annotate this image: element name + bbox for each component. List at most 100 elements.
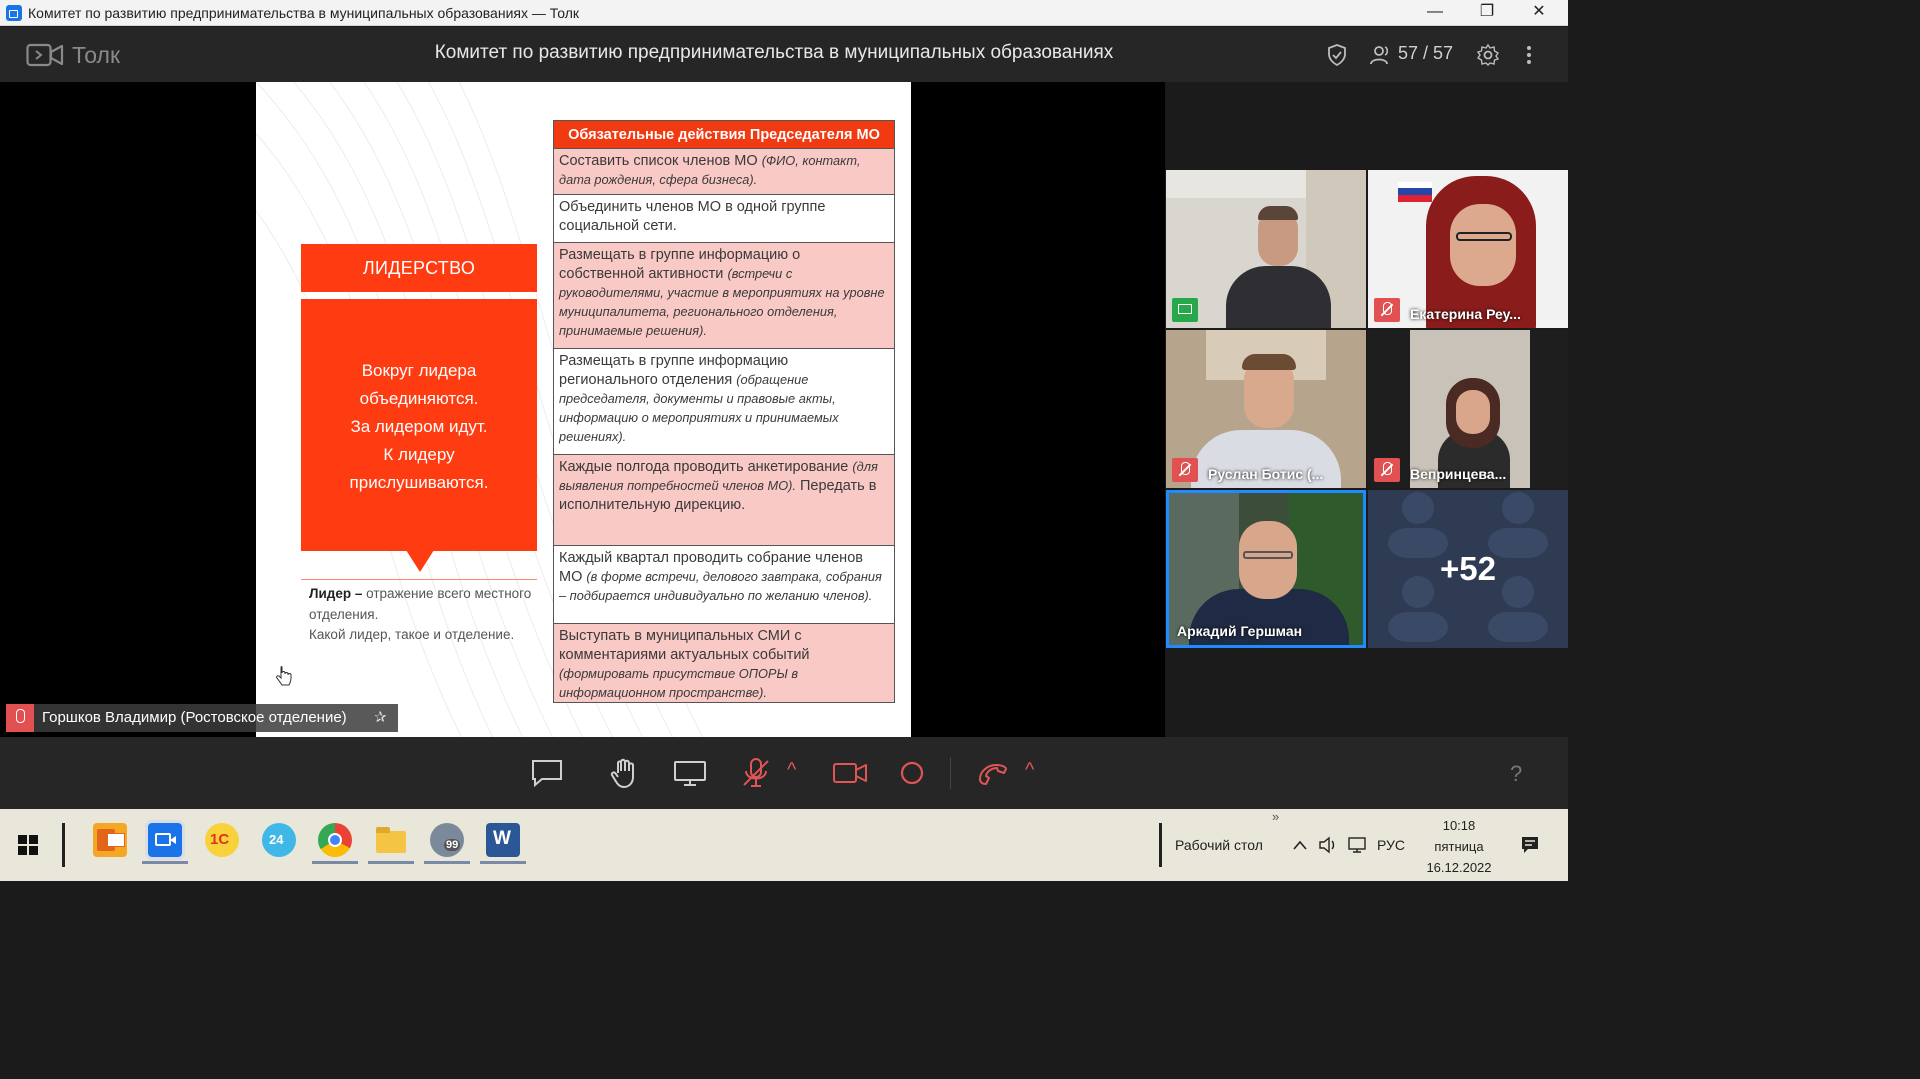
hand-cursor-icon — [276, 666, 292, 686]
clock-time: 10:18 — [1442, 818, 1476, 833]
clock[interactable]: 10:18 пятница 16.12.2022 — [1420, 815, 1498, 878]
separator — [1159, 823, 1162, 867]
volume-icon[interactable] — [1318, 836, 1338, 854]
leader-note: Лидер – отражение всего местного отделен… — [309, 584, 549, 646]
participant-hair — [1242, 354, 1296, 370]
mic-muted-icon — [1374, 458, 1400, 482]
separator — [950, 757, 951, 789]
chevron-up-icon[interactable] — [1292, 839, 1308, 851]
participants-icon[interactable] — [1368, 43, 1392, 67]
leadership-line: К лидеру — [383, 445, 455, 464]
record-icon[interactable] — [896, 757, 930, 789]
active-app-indicator — [142, 861, 188, 864]
restore-button[interactable]: ❐ — [1462, 0, 1512, 26]
call-controls: ^ ^ ? — [0, 737, 1568, 809]
leader-note-bold: Лидер – — [309, 586, 363, 601]
minimize-button[interactable]: — — [1410, 0, 1460, 26]
table-row: Каждый квартал проводить собрание членов… — [554, 546, 894, 624]
outlook-icon[interactable] — [93, 823, 127, 857]
mic-muted-icon — [6, 704, 34, 732]
participant-count[interactable]: 57 / 57 — [1398, 43, 1453, 64]
video-tile[interactable]: Екатерина Реу... — [1368, 170, 1568, 328]
help-icon[interactable]: ? — [1510, 761, 1522, 787]
table-row: Составить список членов МО (ФИО, контакт… — [554, 149, 894, 195]
file-explorer-icon[interactable] — [374, 823, 408, 857]
leadership-line: Вокруг лидера — [361, 361, 477, 380]
divider — [301, 579, 537, 580]
participant-body — [1226, 266, 1331, 328]
network-icon[interactable] — [1346, 836, 1368, 854]
tolk-app-icon[interactable] — [148, 823, 182, 857]
notifications-icon[interactable] — [1520, 835, 1540, 855]
gear-icon[interactable] — [1476, 43, 1500, 67]
window-title-bar: Комитет по развитию предпринимательства … — [0, 0, 1568, 26]
app-indicator — [480, 861, 526, 864]
table-row: Каждые полгода проводить анкетирование (… — [554, 455, 894, 546]
window-title: Комитет по развитию предпринимательства … — [28, 5, 579, 21]
participant-name: Руслан Ботис (... — [1208, 466, 1324, 482]
speaker-name: Горшков Владимир (Ростовское отделение) — [42, 709, 347, 726]
chat-icon[interactable] — [530, 757, 564, 789]
windows-taskbar: 1С 24 99 W » Рабочий стол РУС 10:18 пятн… — [0, 809, 1568, 881]
leadership-body: Вокруг лидера объединяются. За лидером и… — [301, 299, 537, 551]
table-row: Выступать в муниципальных СМИ с коммента… — [559, 628, 810, 700]
taskbar-overflow-icon[interactable]: » — [1272, 809, 1279, 824]
participant-name: Екатерина Реу... — [1410, 306, 1521, 322]
hangup-options-chevron-icon[interactable]: ^ — [1025, 759, 1034, 782]
chair-actions-table: Обязательные действия Председателя МО Со… — [553, 120, 895, 703]
app-name: Толк — [72, 42, 121, 68]
more-participants-tile[interactable]: +52 — [1368, 490, 1568, 648]
mic-options-chevron-icon[interactable]: ^ — [787, 759, 796, 782]
table-row: Размещать в группе информацию о собствен… — [554, 243, 894, 349]
windows-start-icon[interactable] — [18, 835, 38, 855]
more-vertical-icon[interactable] — [1517, 43, 1541, 67]
participant-name: Аркадий Гершман — [1177, 623, 1303, 639]
screen-share-icon — [1172, 298, 1198, 322]
video-tile[interactable] — [1166, 170, 1366, 328]
shield-check-icon[interactable] — [1325, 43, 1349, 67]
camera-icon[interactable] — [832, 757, 868, 789]
active-speaker-label: Горшков Владимир (Ростовское отделение) … — [6, 704, 398, 732]
participant-hair — [1258, 206, 1298, 220]
table-row: Размещать в группе информацию региональн… — [554, 349, 894, 455]
1c-icon[interactable]: 1С — [205, 823, 239, 857]
word-icon[interactable]: W — [486, 823, 520, 857]
separator — [62, 823, 65, 867]
chrome-icon[interactable] — [318, 823, 352, 857]
participant-name: Вепринцева... — [1410, 466, 1507, 482]
flag-logo-blue — [1398, 188, 1432, 195]
leader-note-line2: Какой лидер, такое и отделение. — [309, 627, 515, 642]
hang-up-icon[interactable] — [976, 757, 1010, 789]
video-grid: Екатерина Реу... Руслан Ботис (... Вепри… — [1166, 170, 1568, 648]
glasses — [1243, 551, 1293, 559]
table-header: Обязательные действия Председателя МО — [554, 121, 894, 149]
app-indicator — [424, 861, 470, 864]
language-indicator[interactable]: РУС — [1377, 837, 1405, 853]
more-participants-count: +52 — [1440, 550, 1496, 587]
raise-hand-icon[interactable] — [608, 757, 642, 789]
mic-muted-icon[interactable] — [739, 757, 773, 789]
app-indicator — [312, 861, 358, 864]
clock-weekday: пятница — [1434, 839, 1484, 854]
bitrix24-icon[interactable]: 24 — [262, 823, 296, 857]
leadership-heading: ЛИДЕРСТВО — [301, 244, 537, 292]
mic-muted-icon — [1172, 458, 1198, 482]
camera-logo-icon — [26, 43, 64, 67]
video-tile[interactable]: Вепринцева... — [1368, 330, 1568, 488]
messenger-icon[interactable]: 99 — [430, 823, 464, 857]
app-header: Толк Комитет по развитию предприниматель… — [0, 27, 1568, 82]
leadership-callout-arrow — [406, 550, 434, 572]
screen-share-icon[interactable] — [673, 757, 707, 789]
glasses — [1456, 232, 1512, 241]
video-tile[interactable]: Руслан Ботис (... — [1166, 330, 1366, 488]
desktop-toolbar[interactable]: Рабочий стол — [1175, 837, 1263, 853]
leadership-line: За лидером идут. — [350, 417, 488, 436]
leadership-line: объединяются. — [359, 389, 479, 408]
close-button[interactable]: ✕ — [1514, 0, 1564, 26]
app-icon — [6, 5, 22, 21]
participant-head — [1450, 204, 1516, 286]
pin-icon[interactable]: ✰ — [374, 708, 387, 726]
participant-head — [1456, 390, 1490, 434]
video-tile-active[interactable]: Аркадий Гершман — [1166, 490, 1366, 648]
shared-slide: ЛИДЕРСТВО Вокруг лидера объединяются. За… — [256, 82, 911, 737]
